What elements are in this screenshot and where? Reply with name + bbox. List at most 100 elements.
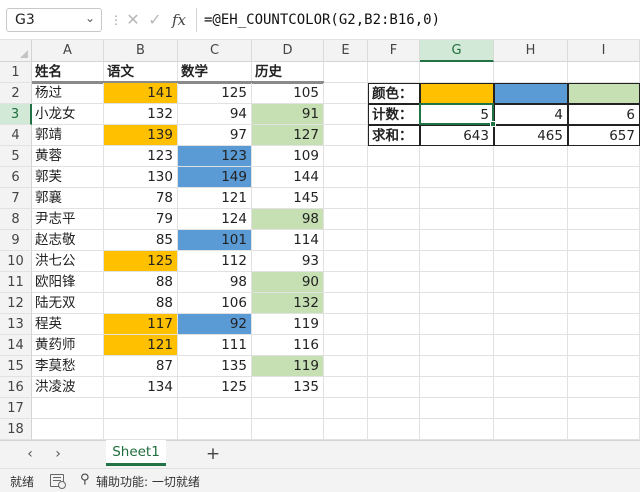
row-header-7[interactable]: 7 — [0, 188, 32, 209]
sum-cell[interactable]: 657 — [568, 125, 640, 146]
scroll-tabs-right-icon[interactable]: › — [50, 445, 66, 463]
score-cell-math[interactable]: 94 — [178, 104, 252, 125]
score-cell-chinese[interactable]: 130 — [104, 167, 178, 188]
grid-cell[interactable] — [494, 377, 568, 398]
more-options-icon[interactable]: ⋮ — [110, 12, 122, 28]
grid-cell[interactable] — [494, 230, 568, 251]
grid-cell[interactable] — [324, 314, 368, 335]
grid-cell[interactable] — [568, 398, 640, 419]
name-cell[interactable]: 赵志敬 — [32, 230, 104, 251]
grid-cell[interactable] — [178, 398, 252, 419]
column-header-i[interactable]: I — [568, 40, 640, 62]
grid-cell[interactable] — [324, 377, 368, 398]
score-cell-history[interactable]: 109 — [252, 146, 324, 167]
row-header-14[interactable]: 14 — [0, 335, 32, 356]
score-cell-math[interactable]: 106 — [178, 293, 252, 314]
grid-cell[interactable] — [568, 62, 640, 83]
row-header-8[interactable]: 8 — [0, 209, 32, 230]
sum-label[interactable]: 求和： — [368, 125, 420, 146]
grid-cell[interactable] — [568, 251, 640, 272]
grid-cell[interactable] — [568, 293, 640, 314]
count-cell[interactable]: 4 — [494, 104, 568, 125]
score-cell-history[interactable]: 114 — [252, 230, 324, 251]
formula-input[interactable]: =@EH_COUNTCOLOR(G2,B2:B16,0) — [204, 8, 440, 32]
score-cell-chinese[interactable]: 85 — [104, 230, 178, 251]
name-cell[interactable]: 黄蓉 — [32, 146, 104, 167]
score-cell-history[interactable]: 144 — [252, 167, 324, 188]
grid-cell[interactable] — [568, 377, 640, 398]
score-cell-history[interactable]: 98 — [252, 209, 324, 230]
score-cell-history[interactable]: 93 — [252, 251, 324, 272]
name-cell[interactable]: 程英 — [32, 314, 104, 335]
grid-cell[interactable] — [252, 398, 324, 419]
grid-cell[interactable] — [324, 125, 368, 146]
grid-cell[interactable] — [494, 188, 568, 209]
row-header-17[interactable]: 17 — [0, 398, 32, 419]
score-cell-history[interactable]: 91 — [252, 104, 324, 125]
grid-cell[interactable] — [104, 419, 178, 440]
score-cell-history[interactable]: 90 — [252, 272, 324, 293]
grid-cell[interactable] — [420, 314, 494, 335]
score-cell-math[interactable]: 92 — [178, 314, 252, 335]
row-header-4[interactable]: 4 — [0, 125, 32, 146]
row-header-12[interactable]: 12 — [0, 293, 32, 314]
row-header-10[interactable]: 10 — [0, 251, 32, 272]
column-header-d[interactable]: D — [252, 40, 324, 62]
grid-cell[interactable] — [420, 398, 494, 419]
grid-cell[interactable] — [494, 209, 568, 230]
grid-cell[interactable] — [420, 335, 494, 356]
color-swatch-orange[interactable] — [420, 83, 494, 104]
grid-cell[interactable] — [368, 272, 420, 293]
score-cell-math[interactable]: 101 — [178, 230, 252, 251]
name-cell[interactable]: 黄药师 — [32, 335, 104, 356]
grid-cell[interactable] — [568, 146, 640, 167]
score-cell-chinese[interactable]: 134 — [104, 377, 178, 398]
grid-cell[interactable] — [494, 419, 568, 440]
score-cell-math[interactable]: 135 — [178, 356, 252, 377]
grid-cell[interactable] — [420, 251, 494, 272]
grid-cell[interactable] — [324, 293, 368, 314]
grid-cell[interactable] — [324, 104, 368, 125]
score-cell-chinese[interactable]: 123 — [104, 146, 178, 167]
grid-cell[interactable] — [568, 209, 640, 230]
column-header-b[interactable]: B — [104, 40, 178, 62]
grid-cell[interactable] — [368, 167, 420, 188]
grid-cell[interactable] — [420, 167, 494, 188]
worksheet-grid[interactable]: A B C D E F G H I 1 2 3 4 5 6 7 8 9 10 11 12 13 14 15 16 17 18 姓名 语文… — [0, 40, 640, 440]
score-cell-chinese[interactable]: 139 — [104, 125, 178, 146]
score-cell-history[interactable]: 132 — [252, 293, 324, 314]
row-header-18[interactable]: 18 — [0, 419, 32, 440]
score-cell-math[interactable]: 112 — [178, 251, 252, 272]
grid-cell[interactable] — [368, 251, 420, 272]
color-label[interactable]: 颜色： — [368, 83, 420, 104]
grid-cell[interactable] — [324, 188, 368, 209]
score-cell-chinese[interactable]: 88 — [104, 272, 178, 293]
grid-cell[interactable] — [324, 167, 368, 188]
score-cell-chinese[interactable]: 132 — [104, 104, 178, 125]
score-cell-chinese[interactable]: 121 — [104, 335, 178, 356]
grid-cell[interactable] — [420, 62, 494, 83]
grid-cell[interactable] — [368, 209, 420, 230]
name-cell[interactable]: 郭襄 — [32, 188, 104, 209]
grid-cell[interactable] — [494, 62, 568, 83]
name-cell[interactable]: 陆无双 — [32, 293, 104, 314]
grid-cell[interactable] — [494, 335, 568, 356]
grid-cell[interactable] — [568, 167, 640, 188]
grid-cell[interactable] — [568, 230, 640, 251]
grid-cell[interactable] — [420, 419, 494, 440]
grid-cell[interactable] — [368, 314, 420, 335]
grid-cell[interactable] — [368, 356, 420, 377]
grid-cell[interactable] — [568, 188, 640, 209]
table-header-cell[interactable]: 数学 — [178, 62, 252, 83]
column-header-c[interactable]: C — [178, 40, 252, 62]
grid-cell[interactable] — [568, 419, 640, 440]
name-cell[interactable]: 杨过 — [32, 83, 104, 104]
score-cell-math[interactable]: 121 — [178, 188, 252, 209]
row-header-3[interactable]: 3 — [0, 104, 32, 125]
score-cell-math[interactable]: 111 — [178, 335, 252, 356]
row-header-13[interactable]: 13 — [0, 314, 32, 335]
column-header-f[interactable]: F — [368, 40, 420, 62]
count-cell[interactable]: 5 — [420, 104, 494, 125]
grid-cell[interactable] — [324, 398, 368, 419]
grid-cell[interactable] — [420, 209, 494, 230]
